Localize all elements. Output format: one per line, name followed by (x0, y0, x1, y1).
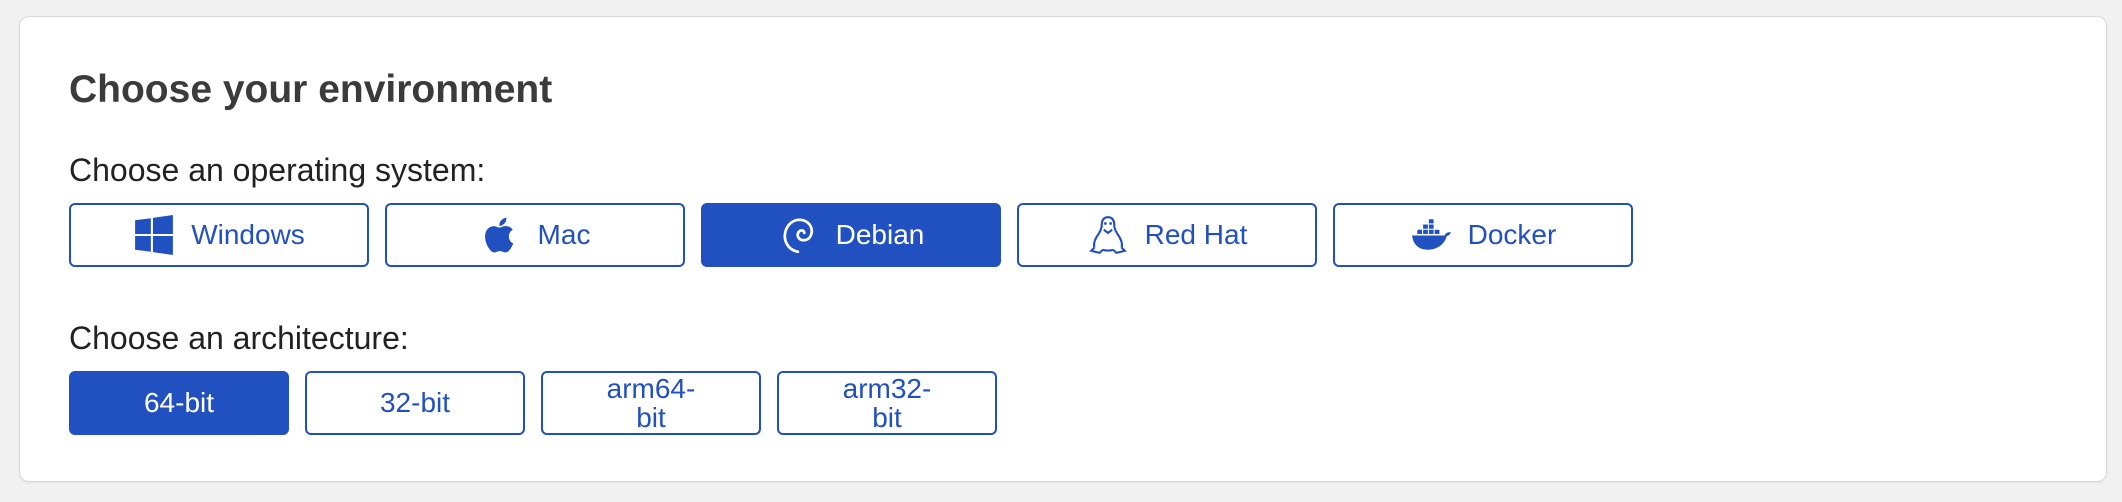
os-button-windows[interactable]: Windows (69, 203, 369, 267)
arch-button-label: arm32-bit (842, 372, 932, 433)
arch-button-arm32[interactable]: arm32-bit (777, 371, 997, 435)
os-button-docker[interactable]: Docker (1333, 203, 1633, 267)
arch-button-32bit[interactable]: 32-bit (305, 371, 525, 435)
arch-button-label: 64-bit (143, 387, 215, 419)
page-title: Choose your environment (69, 68, 553, 111)
architecture-options: 64-bit 32-bit arm64-bit arm32-bit (69, 371, 997, 435)
os-button-label: Red Hat (1144, 219, 1248, 250)
docker-icon (1410, 214, 1452, 256)
arch-button-64bit[interactable]: 64-bit (69, 371, 289, 435)
environment-card: Choose your environment Choose an operat… (19, 16, 2107, 482)
os-button-label: Mac (537, 219, 591, 250)
os-button-redhat[interactable]: Red Hat (1017, 203, 1317, 267)
debian-icon (778, 214, 820, 256)
os-button-label: Docker (1467, 219, 1557, 250)
arch-button-label: 32-bit (379, 387, 451, 419)
apple-icon (480, 214, 522, 256)
architecture-label: Choose an architecture: (69, 320, 409, 356)
os-button-debian[interactable]: Debian (701, 203, 1001, 267)
arch-button-arm64[interactable]: arm64-bit (541, 371, 761, 435)
os-label: Choose an operating system: (69, 152, 486, 188)
os-options: Windows Mac Debian Red Hat Docker (69, 203, 1633, 267)
linux-tux-icon (1087, 214, 1129, 256)
os-button-label: Debian (835, 219, 925, 250)
arch-button-label: arm64-bit (606, 372, 696, 433)
os-button-mac[interactable]: Mac (385, 203, 685, 267)
os-button-label: Windows (191, 219, 305, 250)
windows-icon (133, 214, 175, 256)
